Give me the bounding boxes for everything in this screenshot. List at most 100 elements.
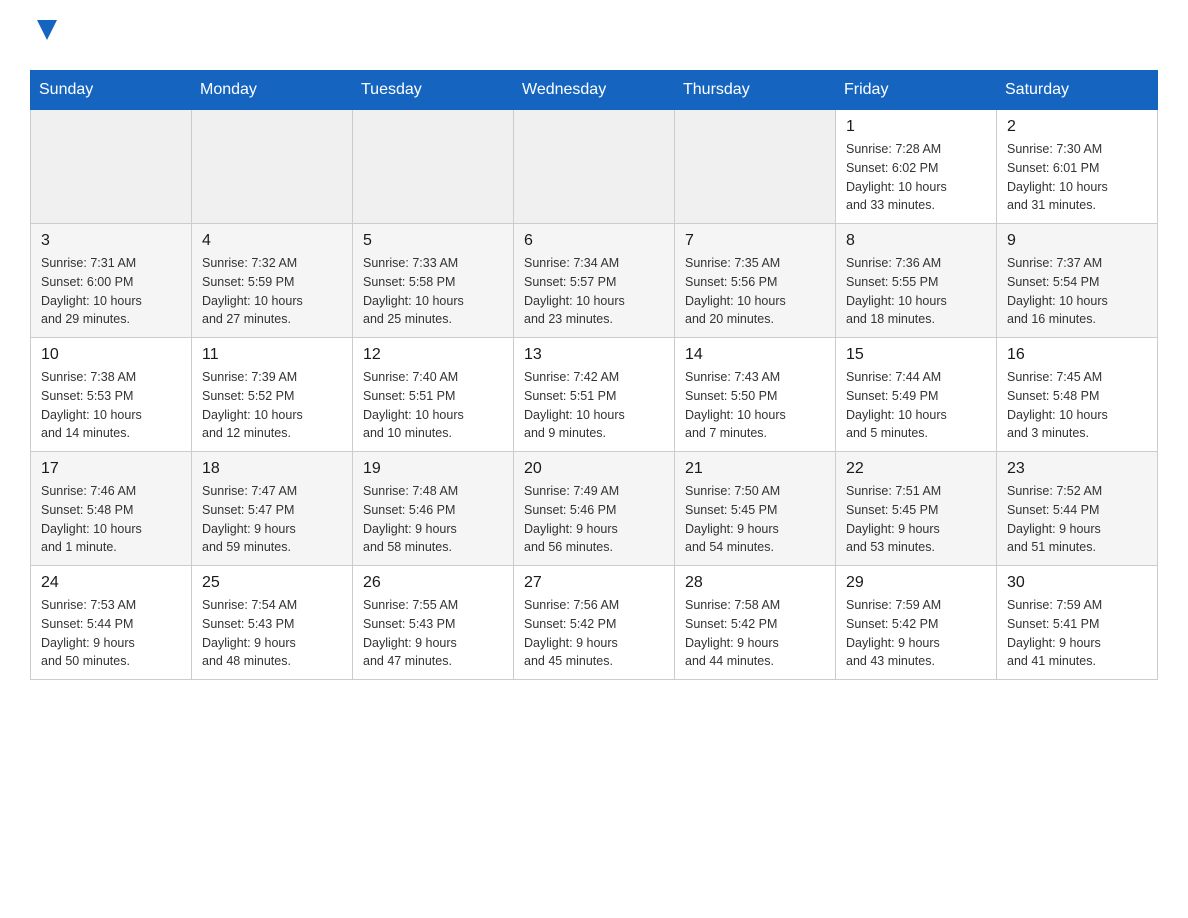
day-number: 8 [846, 232, 986, 250]
day-info: Sunrise: 7:59 AM Sunset: 5:41 PM Dayligh… [1007, 596, 1147, 671]
calendar-cell: 3 Sunrise: 7:31 AM Sunset: 6:00 PM Daylig… [31, 224, 192, 338]
calendar-cell: 27 Sunrise: 7:56 AM Sunset: 5:42 PM Dayli… [514, 566, 675, 680]
day-number: 10 [41, 346, 181, 364]
day-number: 11 [202, 346, 342, 364]
day-info: Sunrise: 7:47 AM Sunset: 5:47 PM Dayligh… [202, 482, 342, 557]
week-row-1: 1Sunrise: 7:28 AM Sunset: 6:02 PM Daylig… [31, 110, 1158, 224]
calendar-cell [31, 110, 192, 224]
calendar-cell: 2 Sunrise: 7:30 AM Sunset: 6:01 PM Daylig… [997, 110, 1158, 224]
calendar-cell: 1Sunrise: 7:28 AM Sunset: 6:02 PM Daylig… [836, 110, 997, 224]
calendar-cell: 30 Sunrise: 7:59 AM Sunset: 5:41 PM Dayli… [997, 566, 1158, 680]
day-info: Sunrise: 7:51 AM Sunset: 5:45 PM Dayligh… [846, 482, 986, 557]
calendar-cell: 4 Sunrise: 7:32 AM Sunset: 5:59 PM Daylig… [192, 224, 353, 338]
weekday-header-sunday: Sunday [31, 71, 192, 110]
day-number: 16 [1007, 346, 1147, 364]
day-info: Sunrise: 7:45 AM Sunset: 5:48 PM Dayligh… [1007, 368, 1147, 443]
day-info: Sunrise: 7:38 AM Sunset: 5:53 PM Dayligh… [41, 368, 181, 443]
day-number: 29 [846, 574, 986, 592]
day-info: Sunrise: 7:48 AM Sunset: 5:46 PM Dayligh… [363, 482, 503, 557]
calendar-cell: 8 Sunrise: 7:36 AM Sunset: 5:55 PM Daylig… [836, 224, 997, 338]
day-info: Sunrise: 7:37 AM Sunset: 5:54 PM Dayligh… [1007, 254, 1147, 329]
day-number: 27 [524, 574, 664, 592]
calendar-cell: 12Sunrise: 7:40 AM Sunset: 5:51 PM Dayli… [353, 338, 514, 452]
weekday-header-monday: Monday [192, 71, 353, 110]
calendar-table: SundayMondayTuesdayWednesdayThursdayFrid… [30, 70, 1158, 680]
day-info: Sunrise: 7:56 AM Sunset: 5:42 PM Dayligh… [524, 596, 664, 671]
day-info: Sunrise: 7:58 AM Sunset: 5:42 PM Dayligh… [685, 596, 825, 671]
week-row-2: 3 Sunrise: 7:31 AM Sunset: 6:00 PM Daylig… [31, 224, 1158, 338]
day-number: 21 [685, 460, 825, 478]
day-number: 2 [1007, 118, 1147, 136]
calendar-cell: 6 Sunrise: 7:34 AM Sunset: 5:57 PM Daylig… [514, 224, 675, 338]
day-number: 6 [524, 232, 664, 250]
day-number: 13 [524, 346, 664, 364]
day-info: Sunrise: 7:52 AM Sunset: 5:44 PM Dayligh… [1007, 482, 1147, 557]
day-number: 22 [846, 460, 986, 478]
day-info: Sunrise: 7:59 AM Sunset: 5:42 PM Dayligh… [846, 596, 986, 671]
week-row-4: 17Sunrise: 7:46 AM Sunset: 5:48 PM Dayli… [31, 452, 1158, 566]
calendar-cell: 28 Sunrise: 7:58 AM Sunset: 5:42 PM Dayli… [675, 566, 836, 680]
calendar-cell: 25Sunrise: 7:54 AM Sunset: 5:43 PM Dayli… [192, 566, 353, 680]
day-number: 26 [363, 574, 503, 592]
day-info: Sunrise: 7:39 AM Sunset: 5:52 PM Dayligh… [202, 368, 342, 443]
week-row-5: 24 Sunrise: 7:53 AM Sunset: 5:44 PM Dayli… [31, 566, 1158, 680]
day-info: Sunrise: 7:31 AM Sunset: 6:00 PM Dayligh… [41, 254, 181, 329]
day-number: 7 [685, 232, 825, 250]
logo-triangle-icon [32, 20, 62, 50]
calendar-cell: 11 Sunrise: 7:39 AM Sunset: 5:52 PM Dayli… [192, 338, 353, 452]
day-number: 20 [524, 460, 664, 478]
day-number: 18 [202, 460, 342, 478]
day-info: Sunrise: 7:43 AM Sunset: 5:50 PM Dayligh… [685, 368, 825, 443]
day-info: Sunrise: 7:44 AM Sunset: 5:49 PM Dayligh… [846, 368, 986, 443]
day-number: 12 [363, 346, 503, 364]
day-info: Sunrise: 7:54 AM Sunset: 5:43 PM Dayligh… [202, 596, 342, 671]
calendar-cell: 22 Sunrise: 7:51 AM Sunset: 5:45 PM Dayli… [836, 452, 997, 566]
day-number: 14 [685, 346, 825, 364]
calendar-cell: 23 Sunrise: 7:52 AM Sunset: 5:44 PM Dayli… [997, 452, 1158, 566]
calendar-cell: 29 Sunrise: 7:59 AM Sunset: 5:42 PM Dayli… [836, 566, 997, 680]
day-info: Sunrise: 7:49 AM Sunset: 5:46 PM Dayligh… [524, 482, 664, 557]
calendar-cell: 13Sunrise: 7:42 AM Sunset: 5:51 PM Dayli… [514, 338, 675, 452]
weekday-header-thursday: Thursday [675, 71, 836, 110]
day-number: 4 [202, 232, 342, 250]
calendar-cell: 17Sunrise: 7:46 AM Sunset: 5:48 PM Dayli… [31, 452, 192, 566]
weekday-header-row: SundayMondayTuesdayWednesdayThursdayFrid… [31, 71, 1158, 110]
calendar-cell: 16 Sunrise: 7:45 AM Sunset: 5:48 PM Dayli… [997, 338, 1158, 452]
day-number: 1 [846, 118, 986, 136]
day-number: 19 [363, 460, 503, 478]
day-info: Sunrise: 7:36 AM Sunset: 5:55 PM Dayligh… [846, 254, 986, 329]
day-number: 30 [1007, 574, 1147, 592]
day-number: 24 [41, 574, 181, 592]
day-info: Sunrise: 7:33 AM Sunset: 5:58 PM Dayligh… [363, 254, 503, 329]
day-info: Sunrise: 7:35 AM Sunset: 5:56 PM Dayligh… [685, 254, 825, 329]
calendar-cell [353, 110, 514, 224]
day-number: 28 [685, 574, 825, 592]
weekday-header-saturday: Saturday [997, 71, 1158, 110]
calendar-cell: 26Sunrise: 7:55 AM Sunset: 5:43 PM Dayli… [353, 566, 514, 680]
day-number: 3 [41, 232, 181, 250]
day-info: Sunrise: 7:30 AM Sunset: 6:01 PM Dayligh… [1007, 140, 1147, 215]
weekday-header-wednesday: Wednesday [514, 71, 675, 110]
day-number: 23 [1007, 460, 1147, 478]
day-number: 15 [846, 346, 986, 364]
calendar-cell: 9 Sunrise: 7:37 AM Sunset: 5:54 PM Daylig… [997, 224, 1158, 338]
weekday-header-friday: Friday [836, 71, 997, 110]
calendar-cell: 18 Sunrise: 7:47 AM Sunset: 5:47 PM Dayli… [192, 452, 353, 566]
calendar-cell [514, 110, 675, 224]
day-number: 17 [41, 460, 181, 478]
day-info: Sunrise: 7:34 AM Sunset: 5:57 PM Dayligh… [524, 254, 664, 329]
day-number: 9 [1007, 232, 1147, 250]
calendar-cell: 21 Sunrise: 7:50 AM Sunset: 5:45 PM Dayli… [675, 452, 836, 566]
calendar-cell: 7 Sunrise: 7:35 AM Sunset: 5:56 PM Daylig… [675, 224, 836, 338]
calendar-cell: 24 Sunrise: 7:53 AM Sunset: 5:44 PM Dayli… [31, 566, 192, 680]
calendar-cell: 5 Sunrise: 7:33 AM Sunset: 5:58 PM Daylig… [353, 224, 514, 338]
day-info: Sunrise: 7:50 AM Sunset: 5:45 PM Dayligh… [685, 482, 825, 557]
calendar-cell [675, 110, 836, 224]
day-info: Sunrise: 7:53 AM Sunset: 5:44 PM Dayligh… [41, 596, 181, 671]
page-header [30, 20, 1158, 50]
weekday-header-tuesday: Tuesday [353, 71, 514, 110]
calendar-cell: 20 Sunrise: 7:49 AM Sunset: 5:46 PM Dayli… [514, 452, 675, 566]
day-number: 5 [363, 232, 503, 250]
day-info: Sunrise: 7:32 AM Sunset: 5:59 PM Dayligh… [202, 254, 342, 329]
calendar-cell: 10 Sunrise: 7:38 AM Sunset: 5:53 PM Dayli… [31, 338, 192, 452]
